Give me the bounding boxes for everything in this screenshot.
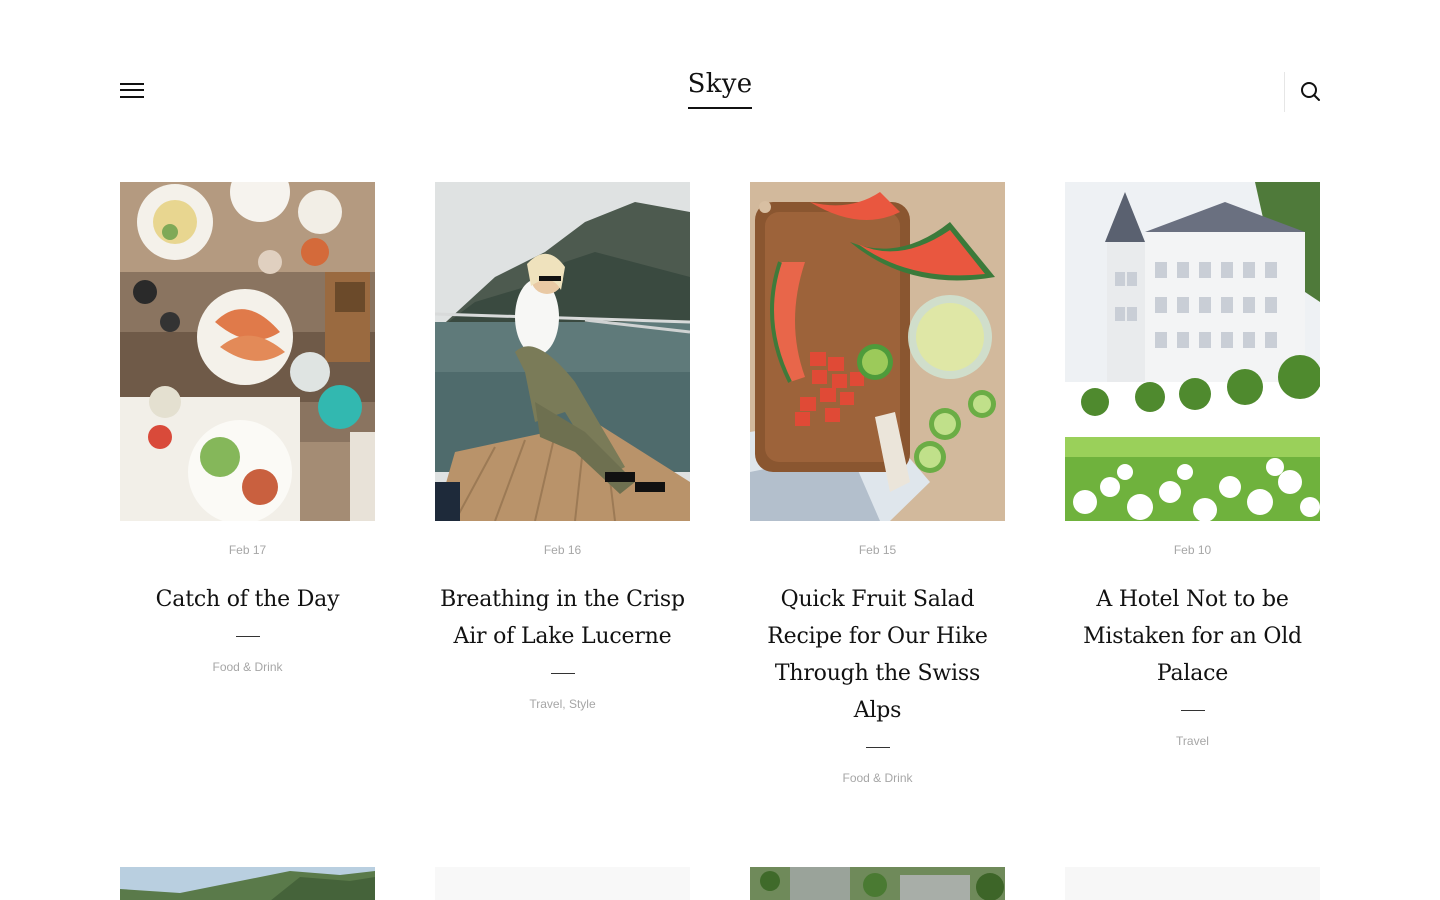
post-categories[interactable]: Travel, Style: [435, 697, 690, 711]
post-date: Feb 17: [228, 543, 267, 557]
boat-lake-image[interactable]: [435, 182, 690, 521]
hotel-palace-image[interactable]: [1065, 182, 1320, 521]
title-separator: [1180, 710, 1205, 711]
post-title[interactable]: Breathing in the Crisp Air of Lake Lucer…: [435, 581, 690, 655]
post-card: Feb 16 Breathing in the Crisp Air of Lak…: [435, 182, 690, 711]
post-card: Feb 10 A Hotel Not to be Mistaken for an…: [1065, 182, 1320, 748]
post-card: Feb 17 Catch of the Day Food & Drink: [120, 182, 375, 674]
title-separator: [865, 747, 890, 748]
post-title[interactable]: Catch of the Day: [120, 581, 375, 618]
post-date: Feb 10: [1173, 543, 1212, 557]
post-thumbnail-partial[interactable]: [1065, 867, 1320, 900]
fruit-board-image[interactable]: [750, 182, 1005, 521]
title-separator: [550, 673, 575, 674]
food-table-image[interactable]: [120, 182, 375, 521]
site-header: Skye: [0, 0, 1440, 140]
post-categories[interactable]: Travel: [1065, 734, 1320, 748]
post-thumbnail-partial[interactable]: [435, 867, 690, 900]
post-date: Feb 15: [858, 543, 897, 557]
site-logo[interactable]: Skye: [687, 68, 753, 109]
post-title[interactable]: Quick Fruit Salad Recipe for Our Hike Th…: [750, 581, 1005, 729]
header-divider: [1284, 72, 1285, 112]
post-categories[interactable]: Food & Drink: [750, 771, 1005, 785]
site-logo-wrap: Skye: [0, 68, 1440, 109]
search-icon[interactable]: [1299, 80, 1321, 102]
post-categories[interactable]: Food & Drink: [120, 660, 375, 674]
post-date: Feb 16: [543, 543, 582, 557]
post-card: Feb 15 Quick Fruit Salad Recipe for Our …: [750, 182, 1005, 785]
post-title[interactable]: A Hotel Not to be Mistaken for an Old Pa…: [1065, 581, 1320, 692]
post-thumbnail-partial[interactable]: [120, 867, 375, 900]
post-thumbnail-partial[interactable]: [750, 867, 1005, 900]
title-separator: [235, 636, 260, 637]
